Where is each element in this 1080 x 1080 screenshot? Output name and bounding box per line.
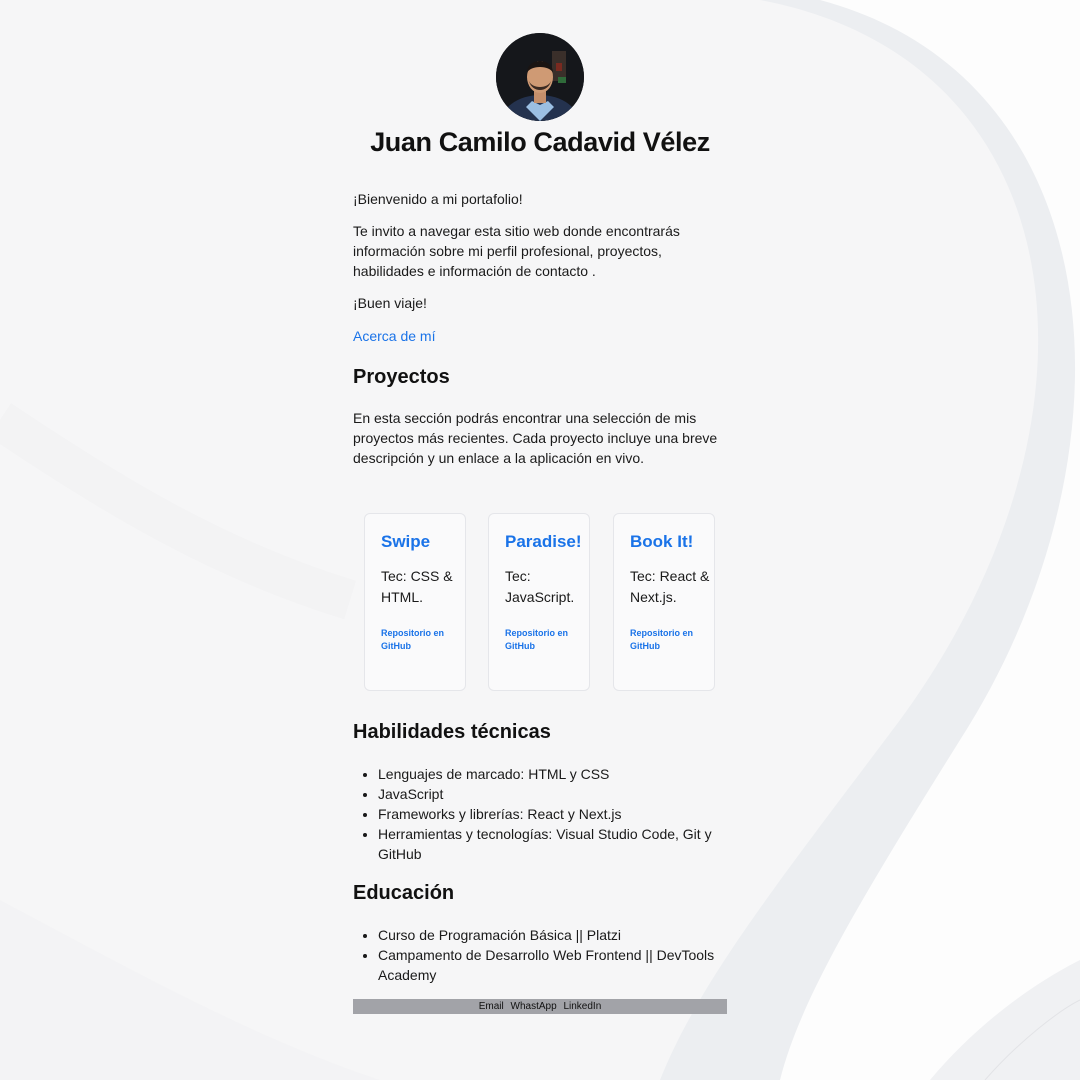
- list-item: Frameworks y librerías: React y Next.js: [378, 804, 723, 824]
- project-title: Swipe: [381, 532, 431, 551]
- avatar: [496, 33, 584, 121]
- project-title: Paradise!: [505, 532, 582, 551]
- about-me-link[interactable]: Acerca de mí: [353, 328, 435, 344]
- intro-paragraph: Te invito a navegar esta sitio web donde…: [353, 223, 680, 279]
- project-card-book-it: Book It! Tec: React & Next.js. Repositor…: [613, 513, 715, 691]
- list-item: Lenguajes de marcado: HTML y CSS: [378, 764, 723, 784]
- skills-heading: Habilidades técnicas: [353, 721, 551, 743]
- list-item: Herramientas y tecnologías: Visual Studi…: [378, 824, 723, 864]
- profile-photo: [496, 33, 584, 121]
- skills-list: Lenguajes de marcado: HTML y CSS JavaScr…: [353, 764, 723, 864]
- project-repo-link[interactable]: Repositorio en GitHub: [630, 627, 700, 653]
- project-tech: Tec: JavaScript.: [505, 568, 575, 605]
- projects-heading: Proyectos: [353, 366, 450, 388]
- project-tech: Tec: React & Next.js.: [630, 568, 710, 605]
- footer-link-whatsapp[interactable]: WhastApp: [511, 1001, 557, 1012]
- project-repo-link[interactable]: Repositorio en GitHub: [381, 627, 451, 653]
- project-card-paradise: Paradise! Tec: JavaScript. Repositorio e…: [488, 513, 590, 691]
- page-title: Juan Camilo Cadavid Vélez: [370, 127, 710, 157]
- project-tech: Tec: CSS & HTML.: [381, 568, 453, 605]
- list-item: Curso de Programación Básica || Platzi: [378, 925, 723, 945]
- project-title: Book It!: [630, 532, 694, 551]
- project-card-swipe: Swipe Tec: CSS & HTML. Repositorio en Gi…: [364, 513, 466, 691]
- projects-description: En esta sección podrás encontrar una sel…: [353, 410, 718, 466]
- welcome-text: ¡Bienvenido a mi portafolio!: [353, 191, 523, 207]
- project-repo-link[interactable]: Repositorio en GitHub: [505, 627, 575, 653]
- list-item: Campamento de Desarrollo Web Frontend ||…: [378, 945, 723, 985]
- footer: Email WhastApp LinkedIn: [353, 999, 727, 1014]
- footer-link-linkedin[interactable]: LinkedIn: [563, 1001, 601, 1012]
- footer-link-email[interactable]: Email: [479, 1001, 504, 1012]
- list-item: JavaScript: [378, 784, 723, 804]
- farewell-text: ¡Buen viaje!: [353, 295, 427, 311]
- education-heading: Educación: [353, 882, 455, 904]
- education-list: Curso de Programación Básica || Platzi C…: [353, 925, 723, 985]
